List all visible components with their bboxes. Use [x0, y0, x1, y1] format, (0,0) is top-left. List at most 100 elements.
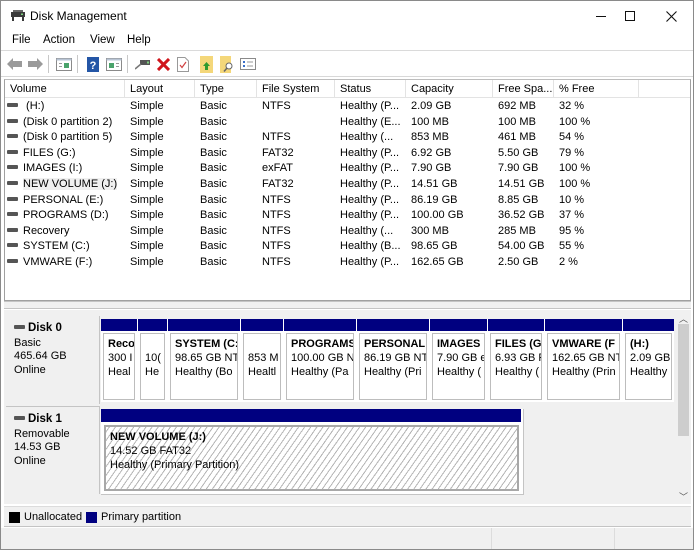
- cell-volume: (H:): [7, 99, 125, 115]
- disk-0-info[interactable]: Disk 0 Basic 465.64 GB Online: [6, 316, 100, 404]
- volume-row[interactable]: Recovery Simple Basic NTFS Healthy (... 300 M…: [5, 224, 690, 240]
- cell-type: Basic: [200, 193, 227, 206]
- cell-status: Healthy (...: [340, 131, 394, 144]
- show-hide-action-pane-button[interactable]: [105, 55, 123, 73]
- volume-row[interactable]: NEW VOLUME (J:) Simple Basic FAT32 Healthy (…: [5, 177, 690, 193]
- scrollbar-thumb[interactable]: [678, 324, 689, 436]
- partition-body: FILES (G 6.93 GB F Healthy (: [490, 333, 542, 400]
- volume-name: PERSONAL (E:): [23, 193, 104, 206]
- cell-status: Healthy (P...: [340, 193, 400, 206]
- cell-capacity: 162.65 GB: [411, 256, 464, 268]
- partition-status: Healthy (Prin: [552, 366, 616, 378]
- cell-free-space: 14.51 GB: [498, 178, 545, 190]
- partition-size-fs: 853 M: [248, 352, 279, 364]
- volume-row[interactable]: FILES (G:) Simple Basic FAT32 Healthy (P... 6…: [5, 146, 690, 162]
- cell-free-space: 100 MB: [498, 115, 536, 128]
- column-header-file-system[interactable]: File System: [257, 80, 335, 98]
- scroll-up-arrow-icon[interactable]: ︿: [676, 311, 691, 325]
- show-hide-console-tree-button[interactable]: [55, 55, 73, 73]
- cell-layout: Simple: [130, 256, 164, 268]
- column-header-volume[interactable]: Volume: [5, 80, 125, 98]
- forward-icon: [28, 58, 43, 70]
- maximize-button[interactable]: [607, 1, 653, 31]
- column-header-percent-free[interactable]: % Free: [554, 80, 639, 98]
- menu-action[interactable]: Action: [43, 34, 75, 46]
- partition-block[interactable]: 10(He: [138, 319, 167, 402]
- disk-1-status: Online: [14, 454, 46, 467]
- partition-block[interactable]: FILES (G 6.93 GB F Healthy (: [488, 319, 544, 402]
- status-pane: [491, 528, 614, 549]
- cell-volume: (Disk 0 partition 5): [7, 130, 125, 146]
- disk-row-disk-0[interactable]: Disk 0 Basic 465.64 GB Online Reco 300 I H…: [4, 316, 676, 404]
- close-button[interactable]: [648, 1, 694, 31]
- delete-icon: [156, 57, 170, 71]
- column-header-layout[interactable]: Layout: [125, 80, 195, 98]
- volume-row[interactable]: PERSONAL (E:) Simple Basic NTFS Healthy (P..…: [5, 193, 690, 209]
- partition-status: Healthy (Primary Partition): [110, 459, 239, 471]
- cell-percent-free: 55 %: [559, 240, 585, 253]
- status-bar: [1, 528, 693, 549]
- menu-help[interactable]: Help: [127, 34, 151, 46]
- column-header-free-space[interactable]: Free Spa...: [493, 80, 554, 98]
- volume-row[interactable]: (Disk 0 partition 2) Simple Basic Healthy (…: [5, 115, 690, 131]
- volume-row[interactable]: IMAGES (I:) Simple Basic exFAT Healthy (P...…: [5, 161, 690, 177]
- cell-file-system: NTFS: [262, 240, 291, 253]
- explore-button[interactable]: [218, 55, 236, 73]
- partition-new-volume-j[interactable]: NEW VOLUME (J:) 14.52 GB FAT32 Healthy (…: [101, 409, 521, 493]
- cell-percent-free: 100 %: [559, 162, 591, 175]
- partition-status: Heal: [108, 366, 131, 378]
- partition-block[interactable]: 853 M Healtl: [241, 319, 283, 402]
- window-title: Disk Management: [30, 9, 127, 23]
- volume-row[interactable]: (Disk 0 partition 5) Simple Basic NTFS Healt…: [5, 130, 690, 146]
- partition-size-fs: 86.19 GB NT: [364, 352, 427, 364]
- details-button[interactable]: [239, 55, 257, 73]
- open-button[interactable]: [197, 55, 215, 73]
- volume-row[interactable]: PROGRAMS (D:) Simple Basic NTFS Healthy (P..…: [5, 208, 690, 224]
- primary-partition-bar: [168, 319, 240, 331]
- partition-block[interactable]: VMWARE (F 162.65 GB NT Healthy (Prin: [545, 319, 622, 402]
- pane-splitter[interactable]: [4, 301, 691, 309]
- disk-row-disk-1[interactable]: Disk 1 Removable 14.53 GB Online NEW VOL…: [4, 406, 676, 496]
- cell-layout: Simple: [130, 146, 164, 159]
- cell-type: Basic: [200, 178, 227, 190]
- volume-row[interactable]: VMWARE (F:) Simple Basic NTFS Healthy (P... 1…: [5, 255, 690, 271]
- primary-partition-bar: [138, 319, 167, 331]
- menu-view[interactable]: View: [90, 34, 115, 46]
- column-header-capacity[interactable]: Capacity: [406, 80, 493, 98]
- partition-block[interactable]: Reco 300 I Heal: [101, 319, 137, 402]
- cell-percent-free: 32 %: [559, 100, 585, 112]
- forward-button[interactable]: [26, 55, 44, 73]
- volume-row[interactable]: SYSTEM (C:) Simple Basic NTFS Healthy (B... 9…: [5, 239, 690, 255]
- column-header-type[interactable]: Type: [195, 80, 257, 98]
- partition-name: FILES (G: [495, 338, 542, 350]
- menu-bar: File Action View Help: [1, 31, 693, 51]
- scroll-down-arrow-icon[interactable]: ﹀: [676, 489, 691, 503]
- partition-block[interactable]: IMAGES 7.90 GB e Healthy (: [430, 319, 487, 402]
- partition-block[interactable]: (H:) 2.09 GB Healthy: [623, 319, 674, 402]
- legend: Unallocated Primary partition: [4, 506, 691, 527]
- column-header-status[interactable]: Status: [335, 80, 406, 98]
- cell-file-system: exFAT: [262, 162, 293, 175]
- graphical-view-scrollbar[interactable]: ︿ ﹀: [676, 310, 691, 504]
- cell-status: Healthy (...: [340, 224, 394, 237]
- menu-file[interactable]: File: [12, 34, 31, 46]
- volume-row[interactable]: (H:) Simple Basic NTFS Healthy (P... 2.09 GB 6…: [5, 99, 690, 115]
- disk-1-info[interactable]: Disk 1 Removable 14.53 GB Online: [6, 406, 100, 494]
- partition-block[interactable]: SYSTEM (C: 98.65 GB NT Healthy (Bo: [168, 319, 240, 402]
- help-button[interactable]: ?: [84, 55, 102, 73]
- partition-size-fs: 162.65 GB NT: [552, 352, 620, 364]
- partition-block[interactable]: PROGRAMS 100.00 GB N Healthy (Pa: [284, 319, 356, 402]
- maximize-icon: [625, 11, 635, 21]
- volume-name: IMAGES (I:): [23, 162, 83, 175]
- partition-block[interactable]: PERSONAL 86.19 GB NT Healthy (Pri: [357, 319, 429, 402]
- disk-0-size: 465.64 GB: [14, 350, 67, 362]
- back-button[interactable]: [6, 55, 24, 73]
- cell-percent-free: 37 %: [559, 209, 585, 222]
- delete-button[interactable]: [154, 55, 172, 73]
- partition-body: SYSTEM (C: 98.65 GB NT Healthy (Bo: [170, 333, 238, 400]
- properties-button[interactable]: [174, 55, 192, 73]
- connect-disk-button[interactable]: [134, 55, 152, 73]
- cell-volume: PERSONAL (E:): [7, 193, 125, 209]
- partition-name: [248, 337, 277, 351]
- cell-type: Basic: [200, 146, 227, 159]
